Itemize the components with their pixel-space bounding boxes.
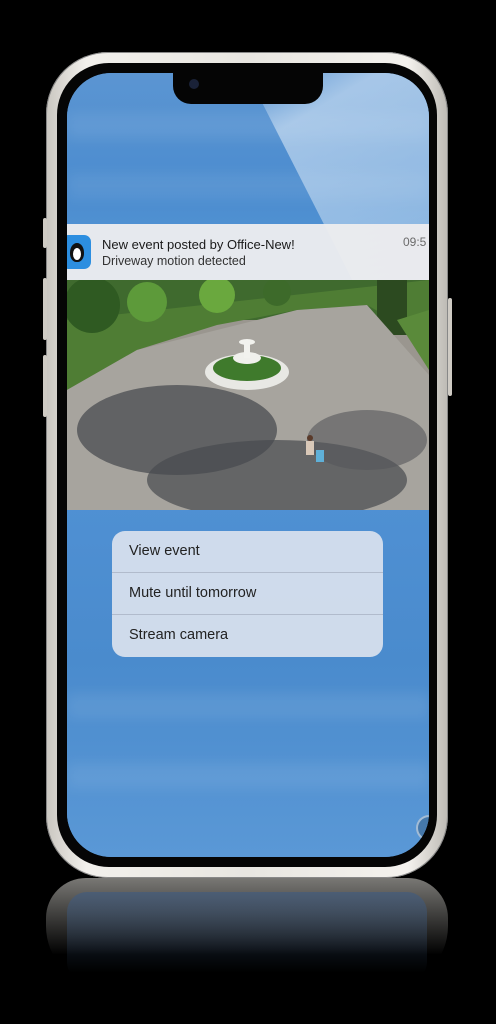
notification-banner[interactable]: New event posted by Office-New! Driveway…	[67, 224, 429, 280]
volume-up-button	[43, 278, 47, 340]
notification-actions-menu: View event Mute until tomorrow Stream ca…	[112, 531, 383, 657]
notification-time: 09:5	[403, 235, 427, 249]
mute-until-tomorrow-button[interactable]: Mute until tomorrow	[112, 573, 383, 615]
snapshot-image	[67, 280, 429, 510]
blur-streak	[67, 693, 429, 719]
penguin-app-icon	[67, 235, 91, 269]
mute-switch	[43, 218, 47, 248]
phone-screen: New event posted by Office-New! Driveway…	[67, 73, 429, 857]
reflection-screen	[67, 892, 427, 982]
view-event-button[interactable]: View event	[112, 531, 383, 573]
front-camera-icon	[189, 79, 199, 89]
volume-down-button	[43, 355, 47, 417]
notification-subtitle: Driveway motion detected	[102, 254, 246, 268]
phone-reflection	[46, 878, 448, 988]
blur-streak	[67, 763, 429, 789]
penguin-belly	[73, 248, 81, 260]
camera-snapshot[interactable]	[67, 280, 429, 510]
power-button	[448, 298, 452, 396]
notification-title: New event posted by Office-New!	[102, 237, 295, 252]
stream-camera-button[interactable]: Stream camera	[112, 615, 383, 656]
